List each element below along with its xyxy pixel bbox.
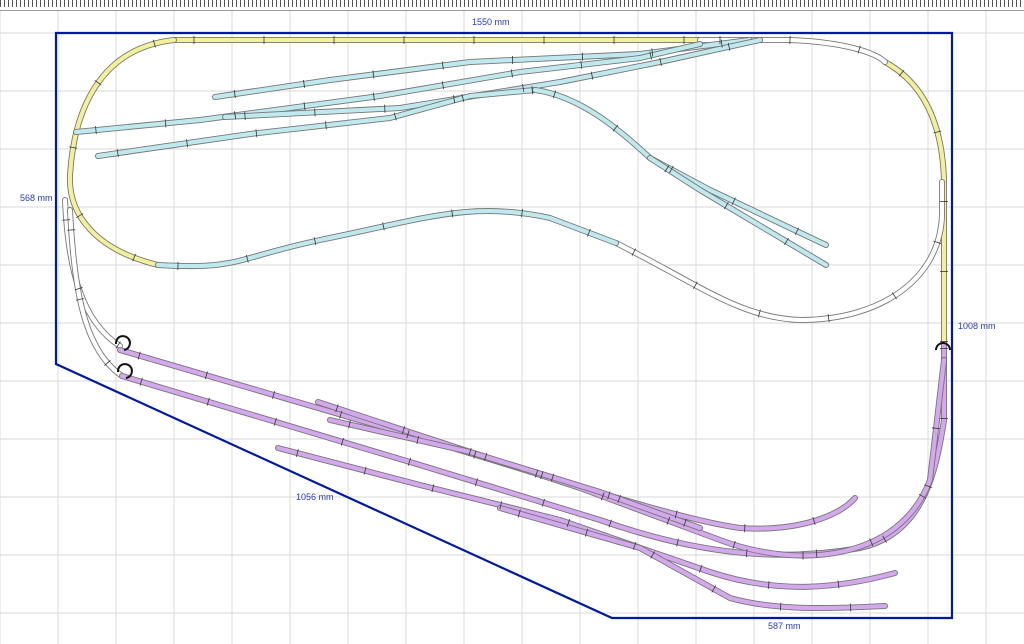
dimension-right: 1008 mm [958,321,996,331]
main-line-right-curve[interactable] [882,59,947,348]
track-joint [67,229,76,231]
upper-branch-diagonal-rails [532,87,829,248]
connector-inner-right-loop-rails [613,179,945,323]
dimension-left: 568 mm [20,193,53,203]
layout-canvas[interactable] [0,0,1024,644]
upper-return-loop[interactable] [155,208,619,269]
dimension-top: 1550 mm [472,17,510,27]
dimension-bottom: 587 mm [768,621,801,631]
dimension-diagonal: 1056 mm [296,492,334,502]
background-grid [0,11,1024,644]
upper-branch-diagonal-2[interactable] [647,155,829,268]
main-line-right-curve-rails [882,59,947,348]
